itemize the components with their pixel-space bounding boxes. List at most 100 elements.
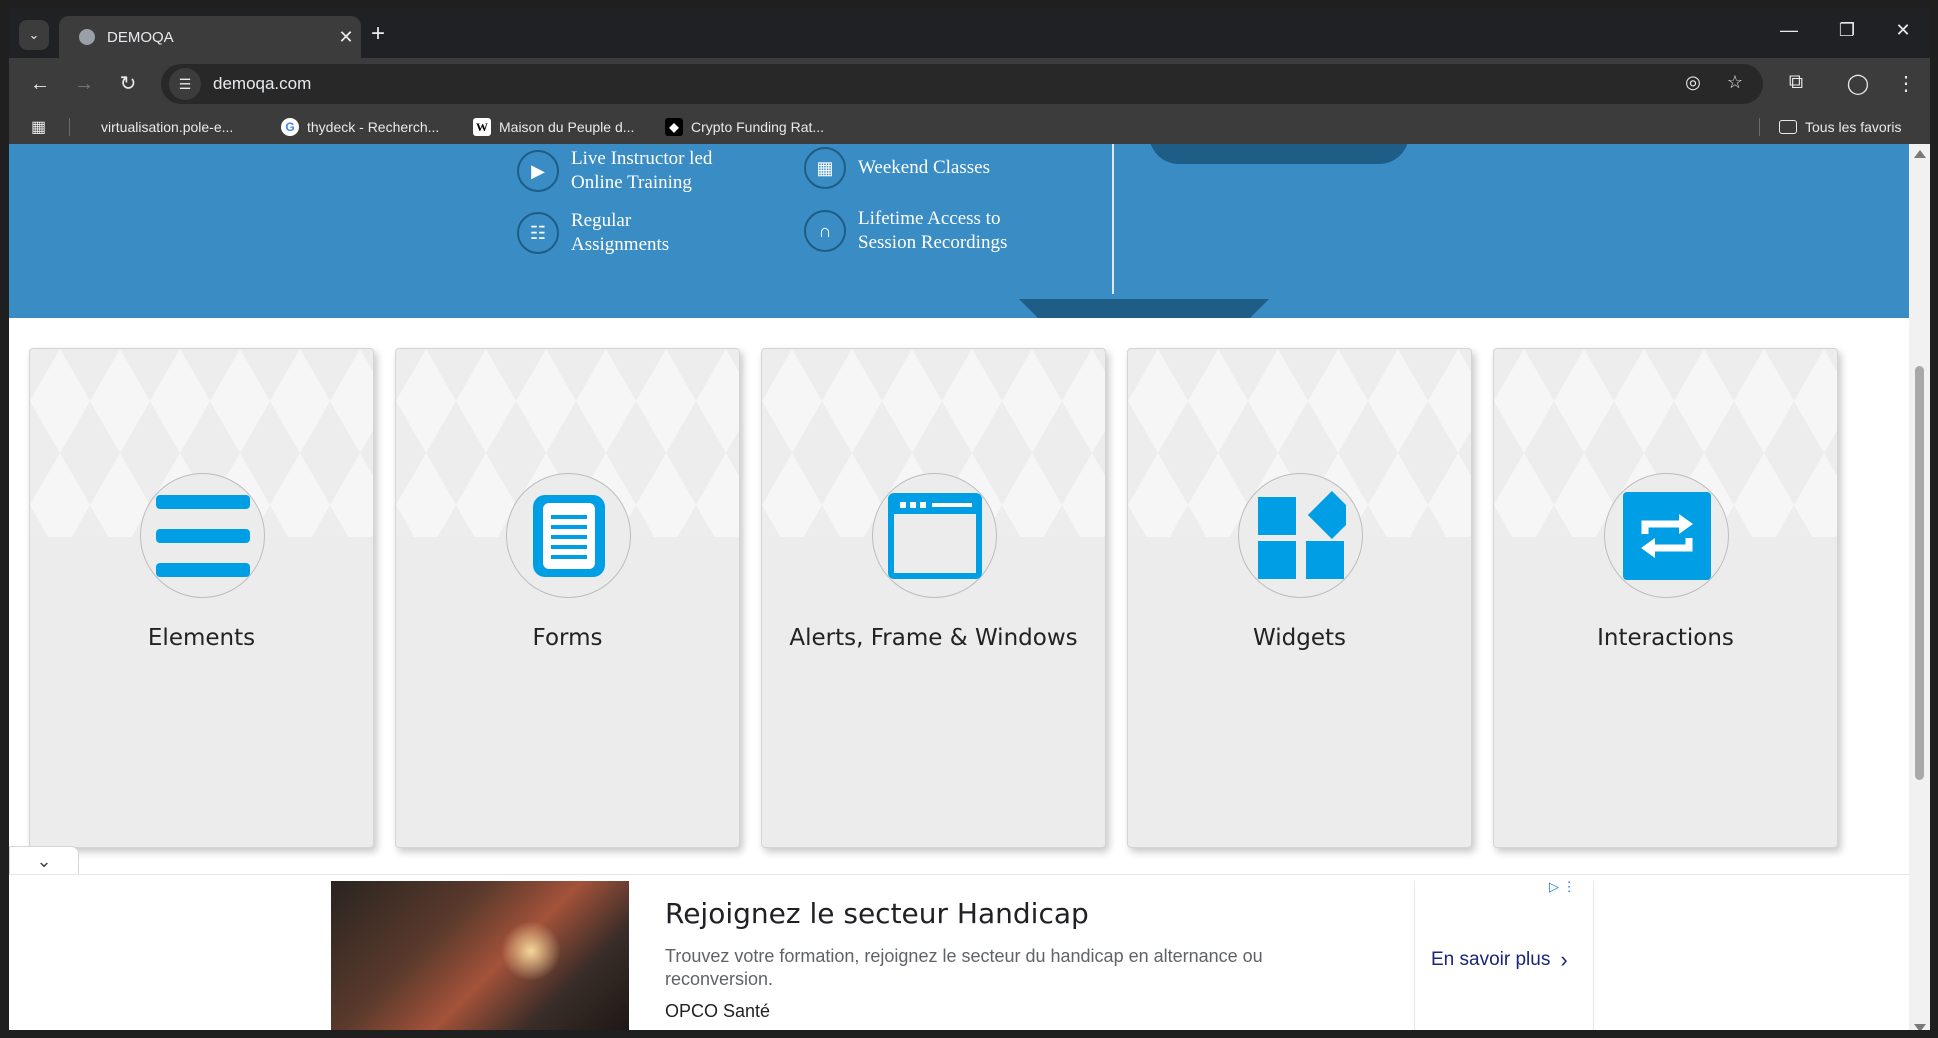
bookmark-label: virtualisation.pole-e... [101,119,234,135]
ad-cta-label: En savoir plus [1431,949,1551,970]
card-label: Forms [532,625,603,651]
banner-divider [1112,144,1114,294]
card-forms[interactable]: Forms [395,348,740,848]
chevron-down-icon: ⌄ [36,851,52,871]
back-arrow-icon[interactable]: ← [25,72,55,96]
bookmark-label: Crypto Funding Rat... [691,119,825,135]
card-label: Alerts, Frame & Windows [789,625,1078,651]
hamburger-lines-icon [155,494,250,577]
card-avatar [1238,473,1363,598]
bookmark-separator [69,118,70,136]
card-avatar [872,473,997,598]
restore-icon[interactable]: ❐ [1827,20,1867,41]
ad-advertiser: OPCO Santé [665,1001,771,1021]
bookmark-item[interactable]: W Maison du Peuple d... [473,110,634,144]
all-bookmarks-label: Tous les favoris [1805,119,1902,135]
browser-window: ⌄ DEMOQA ✕ + — ❐ ✕ ← → ↻ ☰ demoqa.com ◎ … [9,8,1930,1038]
tab-strip: ⌄ DEMOQA ✕ + — ❐ ✕ [9,8,1930,58]
card-avatar [506,473,631,598]
feature-line: Online Training [571,172,692,193]
eye-off-icon[interactable]: ◎ [1681,72,1705,93]
tab-search-button[interactable]: ⌄ [19,20,49,50]
ad-collapse-toggle[interactable]: ⌄ [9,846,79,876]
feature-line: Assignments [571,234,670,255]
globe-icon [79,29,95,45]
feature-line: Session Recordings [858,232,1008,253]
form-document-icon [532,494,605,577]
headphones-icon: ∩ [804,210,846,252]
feature-assignments: ☷ Regular Assignments [517,209,669,257]
ad-image[interactable] [331,881,629,1038]
card-interactions[interactable]: Interactions [1493,348,1838,848]
card-alerts-frame-windows[interactable]: Alerts, Frame & Windows [761,348,1106,848]
card-label: Interactions [1597,625,1734,651]
feature-lifetime-access: ∩ Lifetime Access to Session Recordings [804,207,1007,255]
navigation-toolbar: ← → ↻ ☰ demoqa.com ◎ ☆ ⧉ ◯ ⋮ [9,58,1930,110]
ad-cta-area[interactable]: En savoir plus › [1414,881,1594,1038]
lamp-glow [501,921,561,981]
close-window-icon[interactable]: ✕ [1883,20,1923,41]
new-tab-button[interactable]: + [371,22,385,46]
document-icon: ☷ [517,212,559,254]
bookmark-label: Maison du Peuple d... [499,119,635,135]
promo-banner[interactable]: ▶ Live Instructor led Online Training ▦ W… [9,144,1909,318]
scroll-up-icon[interactable] [1914,150,1926,158]
calendar-icon: ▦ [804,147,846,189]
google-icon: G [281,118,299,136]
folder-icon [1779,120,1797,134]
card-label: Widgets [1253,625,1346,651]
card-widgets[interactable]: Widgets [1127,348,1472,848]
tab-title: DEMOQA [107,28,174,46]
bookmarks-bar: ▦ virtualisation.pole-e... G thydeck - R… [9,110,1930,144]
adchoices-icon[interactable]: ▷ ⋮ [1549,879,1576,895]
active-tab[interactable]: DEMOQA ✕ [59,16,361,58]
bookmark-item[interactable]: ◆ Crypto Funding Rat... [665,110,824,144]
bookmark-label: thydeck - Recherch... [307,119,440,135]
feature-line: Regular [571,210,632,231]
ad-cta-button[interactable]: En savoir plus › [1431,947,1568,973]
feature-weekend-classes: ▦ Weekend Classes [804,147,990,189]
bookmark-item[interactable]: virtualisation.pole-e... [101,110,233,144]
scroll-thumb[interactable] [1915,366,1924,780]
advertisement[interactable]: Rejoignez le secteur Handicap Trouvez vo… [9,874,1909,1038]
profile-icon[interactable]: ◯ [1843,71,1873,96]
feature-line: Lifetime Access to [858,208,1001,229]
bookmark-item[interactable]: G thydeck - Recherch... [281,110,439,144]
forward-arrow-icon[interactable]: → [69,72,99,96]
address-bar[interactable]: ☰ demoqa.com ◎ ☆ [161,64,1763,104]
browser-window-icon [887,492,982,579]
ad-content[interactable]: Rejoignez le secteur Handicap Trouvez vo… [629,881,1414,1038]
url-text[interactable]: demoqa.com [213,64,311,104]
apps-grid-icon[interactable]: ▦ [31,110,46,144]
card-label: Elements [147,625,256,651]
card-avatar [140,473,265,598]
site-info-icon[interactable]: ☰ [169,68,201,100]
widgets-grid-icon [1257,490,1346,579]
menu-dots-icon[interactable]: ⋮ [1891,71,1921,96]
all-bookmarks-folder[interactable]: Tous les favoris [1779,110,1901,144]
banner-button-shape [1149,144,1409,164]
play-icon: ▶ [517,150,559,192]
swap-arrows-icon [1622,491,1711,580]
close-tab-icon[interactable]: ✕ [331,27,361,48]
reload-icon[interactable]: ↻ [113,72,143,96]
bottom-edge [9,1030,1930,1038]
chevron-right-icon: › [1560,947,1568,972]
ad-headline[interactable]: Rejoignez le secteur Handicap [665,897,1089,930]
chevron-down-icon: ⌄ [28,27,40,42]
feature-live-training: ▶ Live Instructor led Online Training [517,147,712,195]
feature-line: Weekend Classes [858,157,990,178]
minimize-icon[interactable]: — [1769,20,1809,41]
page-viewport: ▶ Live Instructor led Online Training ▦ W… [9,144,1909,1038]
ad-description: Trouvez votre formation, rejoignez le se… [665,946,1263,989]
wikipedia-icon: W [473,118,491,136]
crypto-icon: ◆ [665,118,683,136]
page-scrollbar[interactable] [1909,144,1930,1038]
feature-line: Live Instructor led [571,148,713,169]
card-avatar [1604,473,1729,598]
extensions-icon[interactable]: ⧉ [1781,71,1811,94]
bookmark-separator [1759,118,1760,136]
banner-tab-shape [1019,299,1269,318]
card-elements[interactable]: Elements [29,348,374,848]
star-icon[interactable]: ☆ [1723,72,1747,93]
